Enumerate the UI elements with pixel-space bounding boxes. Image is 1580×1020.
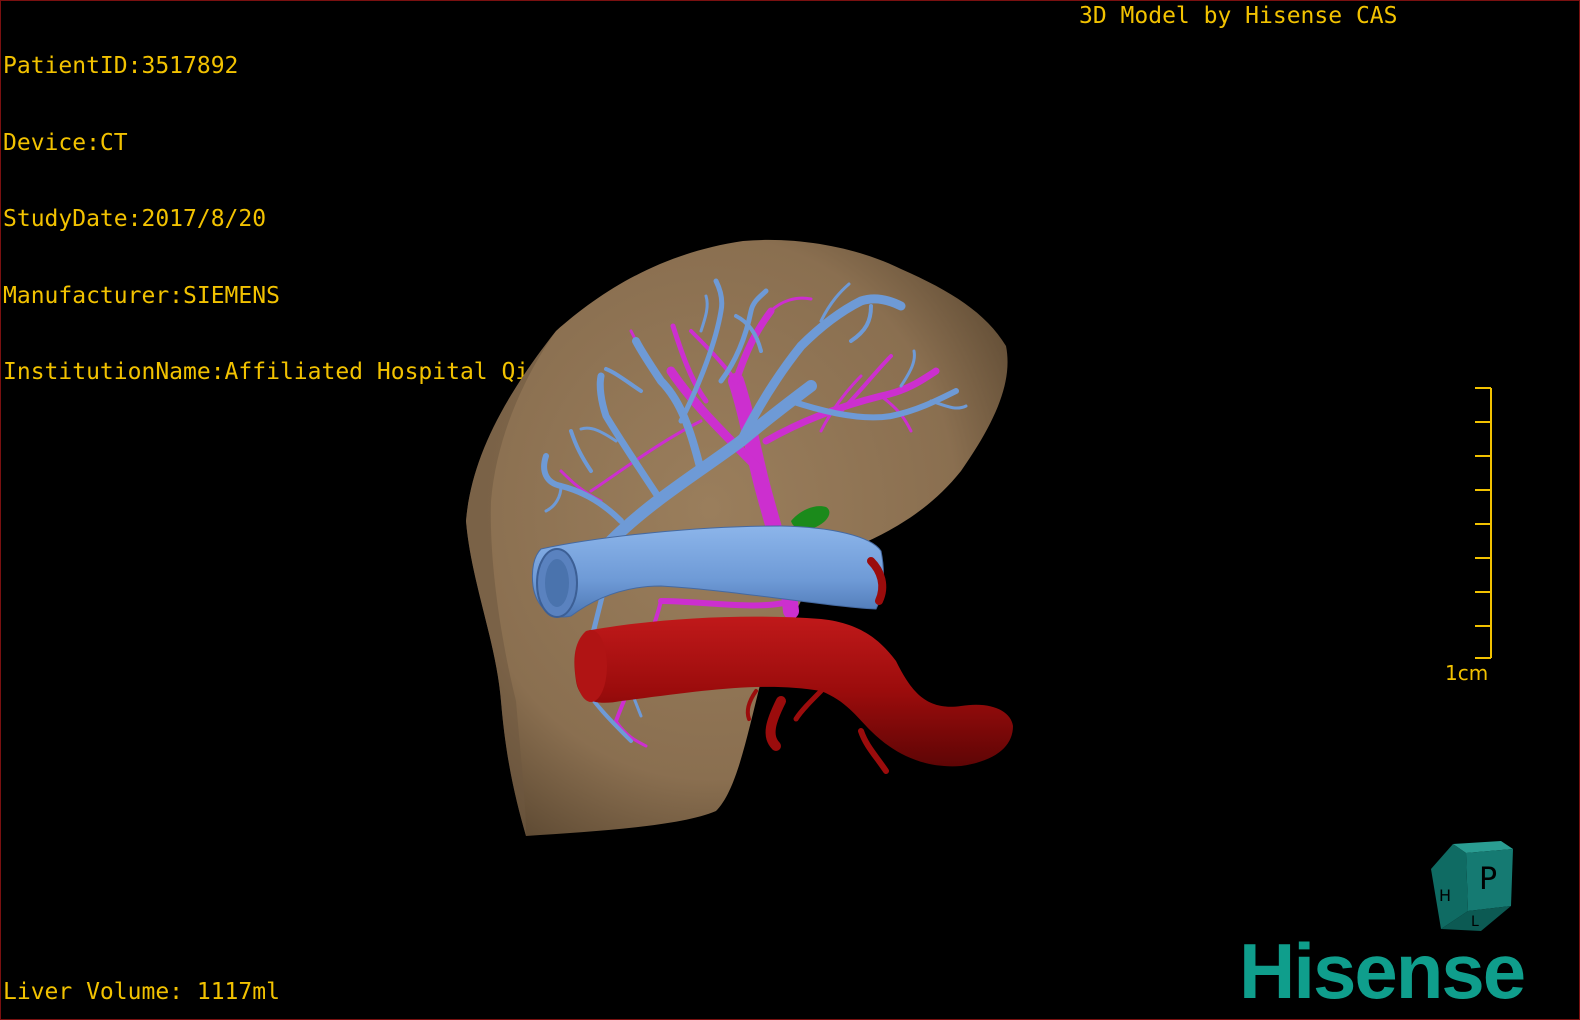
hepatic-vein-trunk-lumen [545, 559, 569, 607]
orientation-cube[interactable]: P H L [1431, 841, 1513, 931]
liver-3d-model[interactable]: P H L [1, 1, 1580, 1020]
hisense-logo: Hisense [1239, 927, 1526, 1015]
cube-side-label: H [1439, 886, 1451, 905]
3d-viewport[interactable]: PatientID:3517892 Device:CT StudyDate:20… [0, 0, 1580, 1020]
scale-bar [1475, 387, 1492, 659]
vena-cava-opening [575, 630, 607, 702]
liver-volume-text: Liver Volume: 1117ml [3, 979, 280, 1005]
cube-front-label: P [1479, 862, 1497, 897]
scale-bar-label: 1cm [1445, 661, 1489, 685]
